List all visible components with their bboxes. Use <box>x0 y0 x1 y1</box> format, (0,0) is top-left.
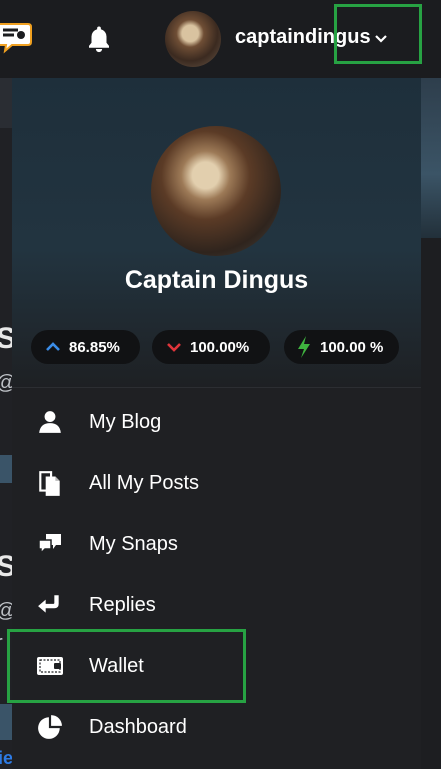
downvote-power-value: 100.00% <box>190 338 250 356</box>
profile-avatar[interactable] <box>151 126 281 256</box>
lightning-icon <box>298 336 310 358</box>
menu-item-label: Dashboard <box>89 715 187 738</box>
menu-item-label: All My Posts <box>89 471 200 494</box>
speech-bubble-logo-icon[interactable] <box>0 20 32 54</box>
reply-arrow-icon <box>36 591 64 619</box>
menu-item-all-my-posts[interactable]: All My Posts <box>12 454 421 512</box>
background-card-image <box>0 704 12 740</box>
documents-icon <box>36 469 64 497</box>
highlight-box <box>7 629 246 703</box>
person-icon <box>36 408 64 436</box>
downvote-power-badge: 100.00% <box>152 330 270 364</box>
menu-item-my-snaps[interactable]: My Snaps <box>12 515 421 573</box>
divider <box>12 387 421 388</box>
upvote-power-value: 86.85% <box>69 338 120 356</box>
arrow-down-icon <box>167 343 181 352</box>
profile-display-name: Captain Dingus <box>124 266 309 294</box>
menu-item-replies[interactable]: Replies <box>12 576 421 634</box>
avatar[interactable] <box>165 11 221 67</box>
background-text-fragment: r <box>0 632 3 655</box>
background-page-right-edge <box>421 78 441 238</box>
profile-header: Captain Dingus 86.85% 100.00% 100.00 % <box>12 78 421 388</box>
chat-bubbles-icon <box>36 530 64 558</box>
background-card-image <box>0 455 12 483</box>
menu-item-my-blog[interactable]: My Blog <box>12 393 421 451</box>
highlight-box <box>334 4 422 64</box>
menu-item-label: Replies <box>89 593 156 616</box>
background-page-right-edge <box>421 238 441 769</box>
bell-icon[interactable] <box>84 24 114 54</box>
menu-item-label: My Snaps <box>89 532 178 555</box>
menu-item-label: My Blog <box>89 410 162 433</box>
resource-credits-value: 100.00 % <box>320 338 384 356</box>
arrow-up-icon <box>46 342 60 351</box>
resource-credits-badge: 100.00 % <box>284 330 399 364</box>
pie-chart-icon <box>36 713 64 741</box>
upvote-power-badge: 86.85% <box>31 330 140 364</box>
menu-item-dashboard[interactable]: Dashboard <box>12 698 421 756</box>
